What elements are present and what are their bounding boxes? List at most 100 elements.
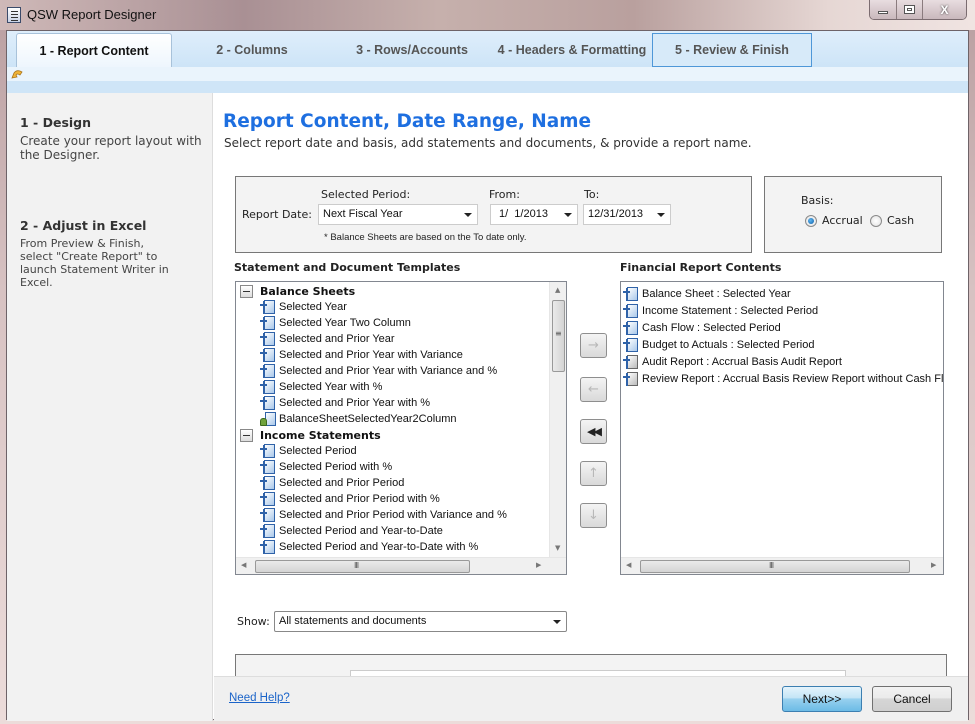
maximize-button[interactable]	[896, 0, 922, 19]
grip-icon: III	[769, 561, 774, 570]
collapse-icon[interactable]	[240, 428, 253, 442]
template-icon	[260, 347, 276, 363]
cancel-button[interactable]: Cancel	[872, 686, 952, 712]
contents-horizontal-scrollbar[interactable]: ◀ III ▶	[621, 557, 943, 574]
tree-item[interactable]: Selected Year with %	[260, 379, 382, 395]
tab-label: 4 - Headers & Formatting	[497, 43, 647, 57]
to-date-value: 12/31/2013	[588, 208, 644, 220]
templates-vertical-scrollbar[interactable]: ▲ ≡ ▼	[549, 282, 566, 557]
remove-button[interactable]: ←	[580, 377, 607, 402]
tab-review-finish[interactable]: 5 - Review & Finish	[652, 33, 812, 67]
tree-item[interactable]: Selected and Prior Year	[260, 331, 395, 347]
tree-item[interactable]: Selected and Prior Period	[260, 475, 404, 491]
move-up-button[interactable]: ↑	[580, 461, 607, 486]
title-bar: QSW Report Designer X	[0, 0, 975, 30]
tree-item[interactable]: Selected Period	[260, 443, 357, 459]
report-content-label: Balance Sheet : Selected Year	[642, 288, 791, 300]
chevron-down-icon	[464, 213, 472, 217]
template-icon	[260, 539, 276, 555]
report-content-item[interactable]: Audit Report : Accrual Basis Audit Repor…	[623, 354, 842, 370]
tab-label: 5 - Review & Finish	[675, 43, 789, 57]
templates-horizontal-scrollbar[interactable]: ◀ III ▶	[236, 557, 566, 574]
scroll-right-arrow-icon[interactable]: ▶	[931, 561, 936, 569]
report-content-item[interactable]: Income Statement : Selected Period	[623, 303, 818, 319]
move-down-arrow-icon: ↓	[588, 508, 599, 523]
back-arrow-icon[interactable]	[11, 69, 23, 79]
report-content-label: Review Report : Accrual Basis Review Rep…	[642, 373, 944, 385]
move-down-button[interactable]: ↓	[580, 503, 607, 528]
cash-label[interactable]: Cash	[887, 214, 914, 227]
accrual-label[interactable]: Accrual	[822, 214, 863, 227]
page-subtitle: Select report date and basis, add statem…	[224, 136, 752, 150]
scrollbar-thumb[interactable]: ≡	[552, 300, 565, 372]
steps-sidebar: 1 - Design Create your report layout wit…	[7, 93, 213, 721]
chevron-down-icon	[657, 213, 665, 217]
dialog-footer: Need Help? Next>> Cancel	[214, 676, 968, 721]
step1-title: 1 - Design	[20, 115, 92, 130]
scroll-right-arrow-icon[interactable]: ▶	[536, 561, 541, 569]
template-icon	[623, 303, 639, 319]
custom-template-icon	[260, 411, 276, 427]
tree-item-label: Selected Period	[279, 445, 357, 457]
report-contents-list[interactable]: ◀ III ▶ Balance Sheet : Selected Year Inc…	[620, 281, 944, 575]
selected-period-label: Selected Period:	[321, 188, 411, 201]
tab-columns[interactable]: 2 - Columns	[172, 33, 332, 67]
tree-item[interactable]: Selected and Prior Period with %	[260, 491, 440, 507]
minimize-button[interactable]	[870, 0, 896, 19]
collapse-icon[interactable]	[240, 284, 253, 298]
show-filter-dropdown[interactable]: All statements and documents	[274, 611, 567, 632]
next-button[interactable]: Next>>	[782, 686, 862, 712]
tab-report-content[interactable]: 1 - Report Content	[16, 33, 172, 67]
report-content-item[interactable]: Review Report : Accrual Basis Review Rep…	[623, 371, 944, 387]
remove-arrow-icon: ←	[588, 382, 599, 397]
scroll-up-arrow-icon[interactable]: ▲	[555, 286, 560, 294]
tree-item[interactable]: Selected Year Two Column	[260, 315, 411, 331]
close-button[interactable]: X	[922, 0, 966, 19]
tree-item[interactable]: Selected and Prior Year with %	[260, 395, 430, 411]
selected-period-dropdown[interactable]: Next Fiscal Year	[318, 204, 478, 225]
tab-label: 2 - Columns	[216, 43, 288, 57]
tree-item[interactable]: Selected and Prior Period with Variance …	[260, 507, 507, 523]
tree-item[interactable]: Selected and Prior Year with Variance	[260, 347, 463, 363]
tab-rows-accounts[interactable]: 3 - Rows/Accounts	[332, 33, 492, 67]
scroll-left-arrow-icon[interactable]: ◀	[241, 561, 246, 569]
app-icon	[7, 7, 21, 23]
remove-all-button[interactable]: ◀◀	[580, 419, 607, 444]
tab-headers-formatting[interactable]: 4 - Headers & Formatting	[492, 33, 652, 67]
template-icon	[260, 315, 276, 331]
document-icon	[623, 371, 639, 387]
template-icon	[260, 379, 276, 395]
scrollbar-thumb[interactable]: III	[640, 560, 910, 573]
report-content-item[interactable]: Cash Flow : Selected Period	[623, 320, 781, 336]
scroll-left-arrow-icon[interactable]: ◀	[626, 561, 631, 569]
tree-item[interactable]: Selected and Prior Year with Variance an…	[260, 363, 497, 379]
tree-item[interactable]: Selected Period and Year-to-Date	[260, 523, 443, 539]
cash-radio[interactable]	[870, 215, 882, 227]
from-date-picker[interactable]: 1/ 1/2013	[490, 204, 578, 225]
template-icon	[623, 320, 639, 336]
step1-text: Create your report layout with the Desig…	[20, 134, 202, 162]
report-date-group: Selected Period: From: To: Report Date: …	[235, 176, 752, 253]
need-help-link[interactable]: Need Help?	[229, 692, 290, 704]
to-label: To:	[584, 188, 600, 201]
templates-tree[interactable]: ▲ ≡ ▼ ◀ III ▶ Balance Sheets Selected Yea…	[235, 281, 567, 575]
report-content-item[interactable]: Balance Sheet : Selected Year	[623, 286, 791, 302]
report-content-item[interactable]: Budget to Actuals : Selected Period	[623, 337, 814, 353]
template-icon	[260, 459, 276, 475]
add-button[interactable]: →	[580, 333, 607, 358]
tree-item[interactable]: Selected Period and Year-to-Date with %	[260, 539, 478, 555]
tab-label: 3 - Rows/Accounts	[356, 43, 468, 57]
accrual-radio[interactable]	[805, 215, 817, 227]
scroll-down-arrow-icon[interactable]: ▼	[555, 544, 560, 552]
tree-group[interactable]: Balance Sheets	[240, 283, 355, 299]
scrollbar-thumb[interactable]: III	[255, 560, 470, 573]
tree-group[interactable]: Income Statements	[240, 427, 381, 443]
grip-icon: ≡	[555, 329, 562, 338]
step2-title: 2 - Adjust in Excel	[20, 218, 147, 233]
tree-item[interactable]: Selected Period with %	[260, 459, 392, 475]
to-date-picker[interactable]: 12/31/2013	[583, 204, 671, 225]
tree-item[interactable]: Selected Year	[260, 299, 347, 315]
tree-item[interactable]: BalanceSheetSelectedYear2Column	[260, 411, 457, 427]
maximize-icon	[904, 5, 915, 14]
tree-item-label: Selected and Prior Year with Variance	[279, 349, 463, 361]
